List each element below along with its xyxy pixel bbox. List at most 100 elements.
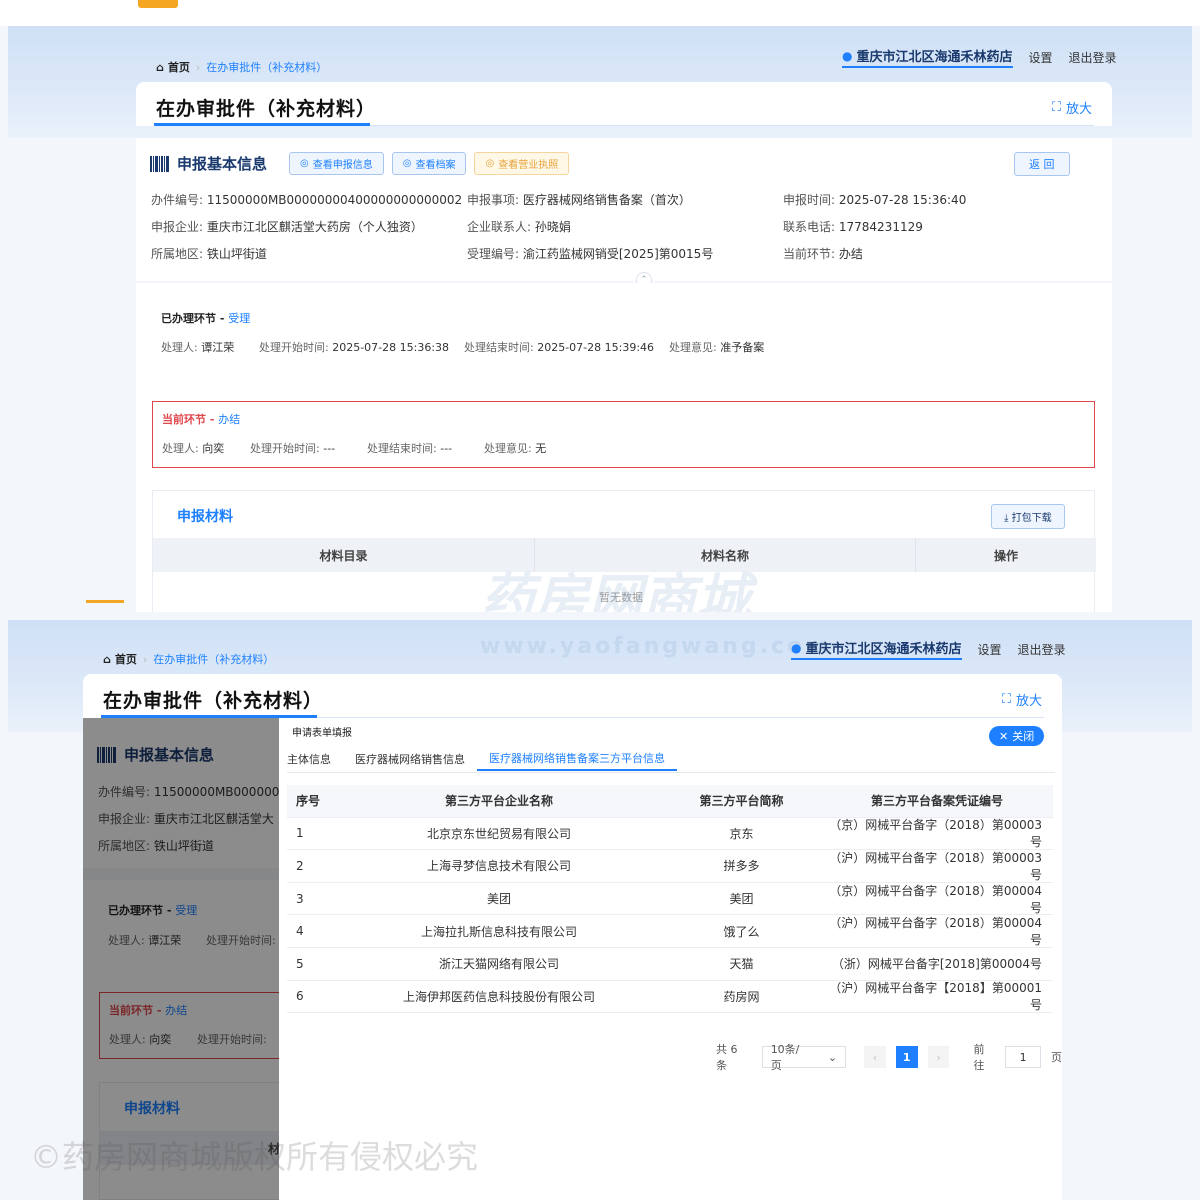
materials-table-header: 材料目录 材料名称 操作 xyxy=(153,538,1096,572)
cell-company: 美团 xyxy=(486,892,511,907)
platform-table-header: 序号 第三方平台企业名称 第三方平台简称 第三方平台备案凭证编号 xyxy=(287,785,1053,818)
table-row[interactable]: 4 上海拉扎斯信息科技有限公司 饿了么 （沪）网械平台备字（2018）第0000… xyxy=(287,915,1053,948)
breadcrumb-home[interactable]: ⌂ 首页 xyxy=(156,59,190,75)
user-name[interactable]: ● 重庆市江北区海通禾林药店 xyxy=(791,638,962,660)
process-card: 已办理环节 - 受理 处理人: 谭江荣 处理开始时间: 2025-07-28 1… xyxy=(136,283,1112,612)
materials-card: 申报材料 ⤓ 打包下载 材料目录 材料名称 操作 暂无数据 xyxy=(152,490,1096,612)
tab-subject-info[interactable]: 主体信息 xyxy=(279,747,343,771)
cell-index: 4 xyxy=(296,924,304,939)
download-icon: ⤓ xyxy=(1004,513,1009,524)
screenshot-top: ⌂ 首页 › 在办审批件（补充材料） ● 重庆市江北区海通禾林药店 设置 退出登录 … xyxy=(0,0,1200,612)
current-stage-title: 当前环节 - 办结 xyxy=(162,413,241,426)
close-button[interactable]: ✕ 关闭 xyxy=(989,726,1045,746)
cell-index: 1 xyxy=(296,826,304,841)
declare-time: 申报时间: 2025-07-28 15:36:40 xyxy=(783,193,967,207)
view-application-button[interactable]: ◎ 查看申报信息 xyxy=(289,152,384,175)
accept-no: 受理编号: 渝江药监械网销受[2025]第0015号 xyxy=(467,247,714,261)
cell-index: 3 xyxy=(296,891,304,906)
title-card: 在办审批件（补充材料） ⛶ 放大 xyxy=(83,674,1062,718)
tab-third-party-platform[interactable]: 医疗器械网络销售备案三方平台信息 xyxy=(477,747,677,771)
cell-index: 6 xyxy=(296,989,304,1004)
page-number-current[interactable]: 1 xyxy=(895,1046,918,1068)
table-row[interactable]: 3 美团 美团 （京）网械平台备字（2018）第00004号 xyxy=(287,883,1053,916)
basic-info-header: 申报基本信息 ◎ 查看申报信息 ◎ 查看档案 ◎ 查看营业执照 xyxy=(150,152,570,175)
cell-company: 上海伊邦医药信息科技股份有限公司 xyxy=(402,989,595,1004)
col-operation: 操作 xyxy=(993,548,1018,563)
breadcrumb-home[interactable]: ⌂ 首页 xyxy=(103,651,137,667)
breadcrumb-separator: › xyxy=(142,652,148,666)
col-material-name: 材料名称 xyxy=(535,538,916,572)
contact-phone: 联系电话: 17784231129 xyxy=(783,220,923,234)
cell-company: 上海寻梦信息技术有限公司 xyxy=(426,859,571,874)
materials-title: 申报材料 xyxy=(177,509,233,525)
current-start: 处理开始时间: --- xyxy=(250,442,336,455)
watermark-copyright: ©药房网商城版权所有侵权必究 xyxy=(30,1138,479,1176)
user-bar: ● 重庆市江北区海通禾林药店 设置 退出登录 xyxy=(791,638,1066,660)
eye-icon: ◎ xyxy=(485,158,495,169)
declare-item: 申报事项: 医疗器械网络销售备案（首次） xyxy=(467,193,691,207)
table-row[interactable]: 1 北京京东世纪贸易有限公司 京东 （京）网械平台备字（2018）第00003号 xyxy=(287,818,1053,851)
page-unit-label: 页 xyxy=(1050,1051,1062,1064)
tab-network-sales-info[interactable]: 医疗器械网络销售信息 xyxy=(343,747,477,771)
prev-page-button[interactable]: ‹ xyxy=(864,1046,886,1068)
next-page-button[interactable]: › xyxy=(927,1046,950,1068)
breadcrumb-current[interactable]: 在办审批件（补充材料） xyxy=(153,651,274,667)
goto-page-input[interactable]: 1 xyxy=(1005,1046,1041,1068)
user-icon: ● xyxy=(791,640,802,655)
region: 所属地区: 铁山坪街道 xyxy=(151,247,267,261)
enlarge-button[interactable]: ⛶ 放大 xyxy=(1052,98,1092,117)
done-opinion: 处理意见: 准予备案 xyxy=(669,341,765,354)
pagination: 共 6 条 10条/页 ⌄ ‹ 1 › 前往 1 页 xyxy=(716,1041,1062,1073)
done-handler: 处理人: 谭江荣 xyxy=(161,341,235,354)
col-material-dir: 材料目录 xyxy=(153,538,535,572)
cell-short: 药房网 xyxy=(723,989,760,1004)
current-stage-box: 当前环节 - 办结 处理人: 向奕 处理开始时间: --- 处理结束时间: --… xyxy=(152,401,1095,468)
page-title: 在办审批件（补充材料） xyxy=(103,690,324,712)
settings-link[interactable]: 设置 xyxy=(1029,49,1053,66)
close-icon: ✕ xyxy=(999,729,1009,743)
breadcrumb-current[interactable]: 在办审批件（补充材料） xyxy=(206,59,327,75)
download-all-button[interactable]: ⤓ 打包下载 xyxy=(991,504,1065,529)
eye-icon: ◎ xyxy=(300,158,309,169)
top-strip xyxy=(0,0,1200,26)
cell-cert: （京）网械平台备字（2018）第00004号 xyxy=(829,883,1042,915)
form-dialog: 申请表单填报 ✕ 关闭 主体信息 医疗器械网络销售信息 医疗器械网络销售备案三方平… xyxy=(279,718,1062,1200)
user-name[interactable]: ● 重庆市江北区海通禾林药店 xyxy=(842,46,1013,68)
cell-cert: （京）网械平台备字（2018）第00003号 xyxy=(829,818,1042,850)
breadcrumb-separator: › xyxy=(195,60,201,74)
cell-company: 上海拉扎斯信息科技有限公司 xyxy=(420,924,577,939)
cell-company: 浙江天猫网络有限公司 xyxy=(438,957,559,972)
table-row[interactable]: 5 浙江天猫网络有限公司 天猫 （浙）网械平台备字[2018]第00004号 xyxy=(287,948,1053,981)
cell-short: 拼多多 xyxy=(723,859,760,874)
page-title: 在办审批件（补充材料） xyxy=(156,98,377,120)
cell-cert: （沪）网械平台备字（2018）第00003号 xyxy=(829,850,1042,882)
title-underline xyxy=(154,123,370,126)
current-stage: 当前环节: 办结 xyxy=(783,247,863,261)
enlarge-button[interactable]: ⛶ 放大 xyxy=(1002,690,1042,709)
breadcrumb: ⌂ 首页 › 在办审批件（补充材料） xyxy=(103,651,274,667)
cell-short: 京东 xyxy=(729,826,754,841)
cell-index: 5 xyxy=(296,956,304,971)
accent-bar xyxy=(138,0,178,8)
return-button[interactable]: 返 回 xyxy=(1014,152,1070,176)
user-bar: ● 重庆市江北区海通禾林药店 设置 退出登录 xyxy=(842,46,1117,68)
view-archive-button[interactable]: ◎ 查看档案 xyxy=(391,152,467,175)
settings-link[interactable]: 设置 xyxy=(978,641,1002,658)
table-row[interactable]: 2 上海寻梦信息技术有限公司 拼多多 （沪）网械平台备字（2018）第00003… xyxy=(287,850,1053,883)
page-size-select[interactable]: 10条/页 ⌄ xyxy=(761,1043,847,1072)
logout-link[interactable]: 退出登录 xyxy=(1018,641,1066,658)
table-row[interactable]: 6 上海伊邦医药信息科技股份有限公司 药房网 （沪）网械平台备字【2018】第0… xyxy=(287,981,1053,1014)
logout-link[interactable]: 退出登录 xyxy=(1069,49,1117,66)
dialog-tabs: 主体信息 医疗器械网络销售信息 医疗器械网络销售备案三方平台信息 xyxy=(279,747,677,771)
accent-bar-bottom xyxy=(86,600,124,603)
cell-short: 饿了么 xyxy=(723,924,760,939)
pager-total: 共 6 条 xyxy=(716,1043,738,1072)
cell-short: 天猫 xyxy=(729,957,754,972)
col-cert-no: 第三方平台备案凭证编号 xyxy=(870,794,1003,809)
col-short-name: 第三方平台简称 xyxy=(699,794,784,809)
view-license-button[interactable]: ◎ 查看营业执照 xyxy=(474,152,570,175)
modal-overlay[interactable] xyxy=(83,718,279,1200)
cell-short: 美团 xyxy=(729,892,754,907)
basic-info-title: 申报基本信息 xyxy=(177,155,268,173)
done-end: 处理结束时间: 2025-07-28 15:39:46 xyxy=(464,341,655,354)
